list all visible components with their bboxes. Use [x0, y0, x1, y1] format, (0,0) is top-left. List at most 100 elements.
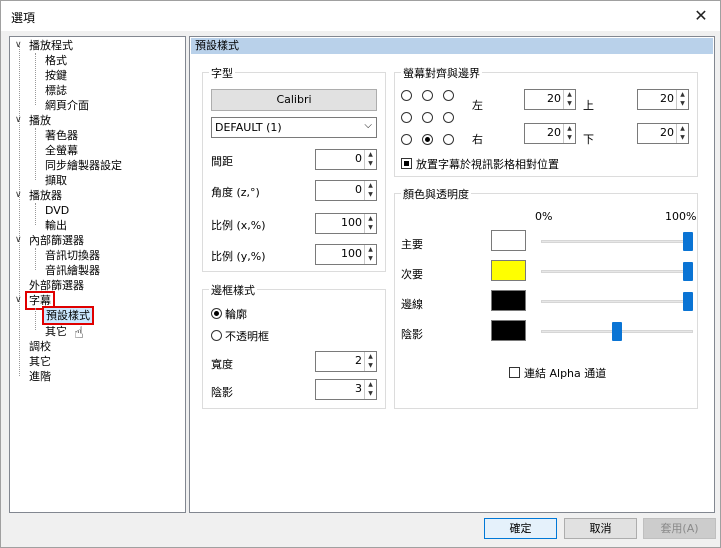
tree-item-player[interactable]: 播放程式 [29, 38, 73, 53]
tree-item-fullscreen[interactable]: 全螢幕 [45, 143, 78, 158]
margin-top-label: 上 [583, 99, 594, 112]
margin-left-value: 20 [547, 92, 561, 105]
outline-radio[interactable] [211, 308, 222, 319]
spin-down-icon[interactable]: ▼ [365, 223, 376, 232]
tree-item-formats[interactable]: 格式 [45, 53, 67, 68]
primary-color-label: 主要 [401, 238, 423, 251]
tree-item-internal-filters[interactable]: 內部篩選器 [29, 233, 84, 248]
tree-item-output[interactable]: 輸出 [45, 218, 67, 233]
margin-top-spinner[interactable]: 20 ▲ ▼ [637, 89, 689, 110]
charset-select[interactable]: DEFAULT (1) ⌵ [211, 117, 377, 138]
spin-down-icon[interactable]: ▼ [365, 159, 376, 168]
tree-item-capture[interactable]: 擷取 [45, 173, 67, 188]
align-middle-right-radio[interactable] [443, 112, 454, 123]
spin-down-icon[interactable]: ▼ [677, 133, 688, 142]
align-bottom-center-radio[interactable] [422, 134, 433, 145]
spin-up-icon[interactable]: ▲ [365, 150, 376, 159]
secondary-opacity-slider[interactable] [541, 270, 693, 273]
tree-item-subtitles[interactable]: 字幕 [25, 291, 55, 310]
spin-up-icon[interactable]: ▲ [365, 352, 376, 361]
margin-bottom-spinner[interactable]: 20 ▲ ▼ [637, 123, 689, 144]
spacing-label: 間距 [211, 155, 233, 168]
spin-up-icon[interactable]: ▲ [677, 90, 688, 99]
align-middle-left-radio[interactable] [401, 112, 412, 123]
tree-item-players[interactable]: 播放器 [29, 188, 62, 203]
tree-connector [35, 248, 36, 270]
relative-position-checkbox[interactable] [401, 158, 412, 169]
tree-item-audio-renderer[interactable]: 音訊繪製器 [45, 263, 100, 278]
border-width-spinner[interactable]: 2 ▲ ▼ [315, 351, 377, 372]
spin-up-icon[interactable]: ▲ [564, 124, 575, 133]
ok-button[interactable]: 確定 [484, 518, 557, 539]
spin-up-icon[interactable]: ▲ [365, 214, 376, 223]
align-top-center-radio[interactable] [422, 90, 433, 101]
chevron-down-icon[interactable]: ∨ [15, 113, 24, 128]
tree-item-logo[interactable]: 標誌 [45, 83, 67, 98]
tree-item-audio-switcher[interactable]: 音訊切換器 [45, 248, 100, 263]
secondary-opacity-thumb[interactable] [683, 262, 693, 281]
tree-item-advanced[interactable]: 進階 [29, 369, 51, 384]
align-top-left-radio[interactable] [401, 90, 412, 101]
chevron-down-icon[interactable]: ∨ [15, 38, 24, 53]
color-opacity-group: 顏色與透明度 0% 100% 主要 次要 邊線 陰影 連結 Alpha 通道 [394, 186, 698, 409]
cancel-button[interactable]: 取消 [564, 518, 637, 539]
close-icon[interactable]: ✕ [690, 5, 712, 27]
tree-item-shaders[interactable]: 著色器 [45, 128, 78, 143]
shadow-opacity-thumb[interactable] [612, 322, 622, 341]
scale-y-label: 比例 (y,%) [211, 250, 266, 263]
tree-item-keys[interactable]: 按鍵 [45, 68, 67, 83]
shadow-color-swatch[interactable] [491, 320, 526, 341]
spin-up-icon[interactable]: ▲ [564, 90, 575, 99]
spin-down-icon[interactable]: ▼ [365, 361, 376, 370]
tree-item-misc[interactable]: 其它 [29, 354, 51, 369]
scale-x-value: 100 [341, 216, 362, 229]
apply-button[interactable]: 套用(A) [643, 518, 716, 539]
tree-item-external-filters[interactable]: 外部篩選器 [29, 278, 84, 293]
primary-opacity-slider[interactable] [541, 240, 693, 243]
align-top-right-radio[interactable] [443, 90, 454, 101]
spin-down-icon[interactable]: ▼ [564, 99, 575, 108]
tree-item-dvd[interactable]: DVD [45, 203, 69, 218]
outline-color-swatch[interactable] [491, 290, 526, 311]
align-bottom-right-radio[interactable] [443, 134, 454, 145]
outline-opacity-slider[interactable] [541, 300, 693, 303]
tree-connector [35, 308, 36, 330]
primary-opacity-thumb[interactable] [683, 232, 693, 251]
tree-item-default-style[interactable]: 預設樣式 [42, 306, 94, 325]
spin-down-icon[interactable]: ▼ [365, 190, 376, 199]
spin-up-icon[interactable]: ▲ [365, 245, 376, 254]
chevron-down-icon[interactable]: ∨ [15, 293, 24, 308]
font-button[interactable]: Calibri [211, 89, 377, 111]
border-shadow-spinner[interactable]: 3 ▲ ▼ [315, 379, 377, 400]
scale-x-spinner[interactable]: 100 ▲ ▼ [315, 213, 377, 234]
angle-spinner[interactable]: 0 ▲ ▼ [315, 180, 377, 201]
scale-y-spinner[interactable]: 100 ▲ ▼ [315, 244, 377, 265]
secondary-color-swatch[interactable] [491, 260, 526, 281]
spacing-spinner[interactable]: 0 ▲ ▼ [315, 149, 377, 170]
opaque-box-radio[interactable] [211, 330, 222, 341]
border-width-label: 寬度 [211, 358, 233, 371]
chevron-down-icon[interactable]: ∨ [15, 188, 24, 203]
align-bottom-left-radio[interactable] [401, 134, 412, 145]
tree-item-subtitles-misc[interactable]: 其它 [45, 324, 67, 339]
primary-color-swatch[interactable] [491, 230, 526, 251]
margin-left-spinner[interactable]: 20 ▲ ▼ [524, 89, 576, 110]
tree-item-playback[interactable]: 播放 [29, 113, 51, 128]
margin-bottom-label: 下 [583, 133, 594, 146]
spin-down-icon[interactable]: ▼ [365, 254, 376, 263]
spin-down-icon[interactable]: ▼ [677, 99, 688, 108]
spin-up-icon[interactable]: ▲ [365, 380, 376, 389]
margin-right-spinner[interactable]: 20 ▲ ▼ [524, 123, 576, 144]
outline-label: 輪廓 [225, 308, 247, 321]
link-alpha-checkbox[interactable] [509, 367, 520, 378]
spin-down-icon[interactable]: ▼ [365, 389, 376, 398]
spin-up-icon[interactable]: ▲ [365, 181, 376, 190]
spin-up-icon[interactable]: ▲ [677, 124, 688, 133]
spin-down-icon[interactable]: ▼ [564, 133, 575, 142]
align-middle-center-radio[interactable] [422, 112, 433, 123]
tree-item-sync-renderer[interactable]: 同步繪製器設定 [45, 158, 122, 173]
chevron-down-icon[interactable]: ∨ [15, 233, 24, 248]
outline-opacity-thumb[interactable] [683, 292, 693, 311]
tree-item-web-interface[interactable]: 網頁介面 [45, 98, 89, 113]
tree-item-tweaks[interactable]: 調校 [29, 339, 51, 354]
